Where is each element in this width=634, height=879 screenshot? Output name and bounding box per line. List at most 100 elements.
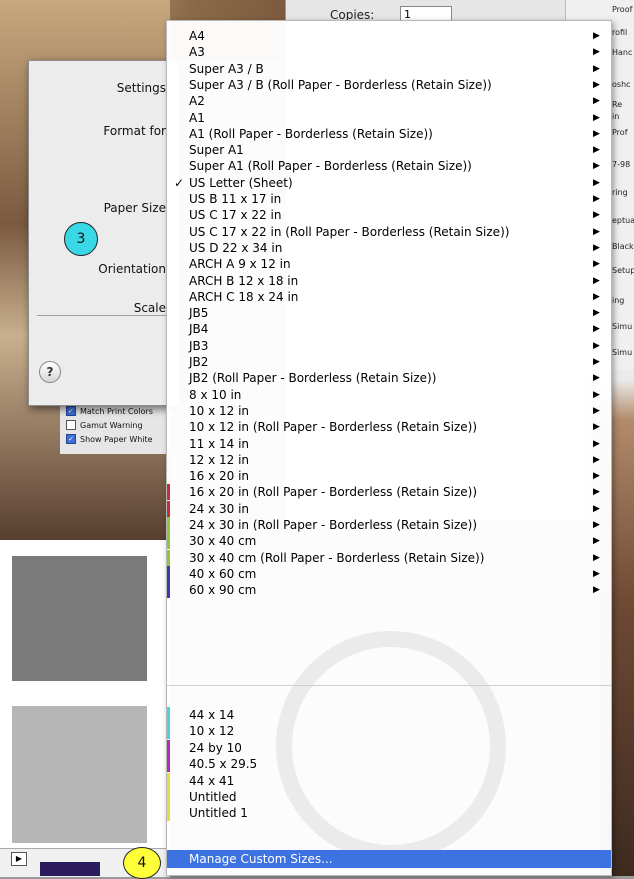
- menu-item[interactable]: US C 17 x 22 in (Roll Paper - Borderless…: [167, 224, 611, 240]
- gamut-warning-label: Gamut Warning: [80, 420, 143, 430]
- paper-size-label: Paper Size: [103, 201, 166, 215]
- menu-item[interactable]: A2 ▶: [167, 93, 611, 109]
- menu-item[interactable]: 30 x 40 cm (Roll Paper - Borderless (Ret…: [167, 549, 611, 566]
- submenu-arrow-icon: ▶: [593, 275, 600, 286]
- menu-separator: [167, 685, 611, 686]
- orientation-label: Orientation: [98, 262, 166, 276]
- menu-item-label: US B 11 x 17 in: [189, 192, 282, 206]
- menu-item[interactable]: JB2 (Roll Paper - Borderless (Retain Siz…: [167, 370, 611, 386]
- menu-item-label: 12 x 12 in: [189, 452, 250, 467]
- submenu-arrow-icon: ▶: [593, 503, 600, 514]
- menu-item[interactable]: 24 x 30 in (Roll Paper - Borderless (Ret…: [167, 517, 611, 533]
- menu-item[interactable]: Super A1 (Roll Paper - Borderless (Retai…: [167, 158, 611, 174]
- submenu-arrow-icon: ▶: [593, 520, 600, 530]
- menu-item-label: A4: [189, 29, 205, 43]
- menu-item-label: 10 x 12 in (Roll Paper - Borderless (Ret…: [189, 420, 478, 435]
- custom-size-label: 44 x 41: [189, 773, 235, 788]
- menu-item[interactable]: 16 x 20 in (Roll Paper - Borderless (Ret…: [167, 484, 611, 501]
- menu-item-label: 16 x 20 in: [189, 469, 250, 484]
- menu-item[interactable]: ARCH B 12 x 18 in ▶: [167, 273, 611, 289]
- menu-item[interactable]: 8 x 10 in ▶: [167, 387, 611, 403]
- color-tag: [167, 549, 170, 566]
- custom-size-label: 24 by 10: [189, 740, 242, 755]
- custom-size-item[interactable]: 44 x 14: [167, 707, 611, 723]
- proof-panel-text: in: [612, 112, 620, 121]
- menu-item[interactable]: 24 x 30 in ▶: [167, 500, 611, 517]
- menu-item[interactable]: 16 x 20 in ▶: [167, 468, 611, 484]
- submenu-arrow-icon: ▶: [593, 128, 600, 139]
- submenu-arrow-icon: ▶: [593, 324, 600, 335]
- menu-item[interactable]: JB2 ▶: [167, 354, 611, 370]
- menu-item[interactable]: US D 22 x 34 in ▶: [167, 240, 611, 256]
- match-print-colors-row[interactable]: ✓ Match Print Colors: [66, 406, 153, 416]
- menu-item[interactable]: JB3 ▶: [167, 338, 611, 354]
- submenu-arrow-icon: ▶: [593, 210, 600, 221]
- custom-size-label: Untitled 1: [189, 806, 248, 821]
- submenu-arrow-icon: ▶: [593, 63, 600, 74]
- paper-size-menu: A4 ▶ A3 ▶ Super A3 / B ▶ Super A3 / B (Roll Pa…: [166, 20, 612, 876]
- menu-item[interactable]: ✓ US Letter (Sheet) ▶: [167, 175, 611, 191]
- gamut-warning-checkbox[interactable]: [66, 420, 76, 430]
- submenu-arrow-icon: ▶: [593, 568, 600, 579]
- custom-size-item[interactable]: 44 x 41: [167, 772, 611, 789]
- proof-panel-text: eptua: [612, 216, 634, 225]
- custom-size-item[interactable]: 24 by 10: [167, 739, 611, 756]
- play-button[interactable]: ▶: [11, 852, 27, 866]
- submenu-arrow-icon: ▶: [593, 112, 600, 123]
- custom-size-item[interactable]: 10 x 12: [167, 723, 611, 740]
- menu-item[interactable]: US C 17 x 22 in ▶: [167, 207, 611, 223]
- menu-item-label: 11 x 14 in: [189, 436, 250, 451]
- submenu-arrow-icon: ▶: [593, 454, 600, 465]
- custom-size-label: 44 x 14: [189, 708, 235, 722]
- menu-item-label: JB5: [189, 306, 209, 321]
- proof-panel-text: Prof: [612, 128, 628, 137]
- menu-item-label: Super A1: [189, 143, 244, 158]
- proof-panel-text: Proof: [612, 5, 633, 14]
- menu-item-label: Super A1 (Roll Paper - Borderless (Retai…: [189, 159, 472, 174]
- menu-item[interactable]: Super A3 / B ▶: [167, 61, 611, 77]
- menu-item[interactable]: JB4 ▶: [167, 321, 611, 337]
- menu-item[interactable]: A1 ▶: [167, 110, 611, 126]
- menu-item[interactable]: US B 11 x 17 in ▶: [167, 191, 611, 207]
- submenu-arrow-icon: ▶: [593, 308, 600, 319]
- menu-item[interactable]: A3 ▶: [167, 44, 611, 60]
- custom-size-item[interactable]: 40.5 x 29.5: [167, 756, 611, 773]
- custom-size-label: Untitled: [189, 790, 237, 804]
- manage-custom-sizes-item[interactable]: Manage Custom Sizes...: [167, 850, 611, 868]
- menu-item-label: 30 x 40 cm (Roll Paper - Borderless (Ret…: [189, 550, 485, 565]
- menu-item[interactable]: Super A3 / B (Roll Paper - Borderless (R…: [167, 77, 611, 93]
- show-paper-white-row[interactable]: ✓ Show Paper White: [66, 434, 153, 444]
- gamut-warning-row[interactable]: Gamut Warning: [66, 420, 143, 430]
- menu-item-label: 24 x 30 in (Roll Paper - Borderless (Ret…: [189, 518, 478, 532]
- menu-item[interactable]: ARCH A 9 x 12 in ▶: [167, 256, 611, 272]
- page-setup-dialog: Settings Format for Paper Size Orientati…: [28, 60, 180, 406]
- custom-size-item[interactable]: Untitled: [167, 789, 611, 805]
- divider: [37, 315, 167, 316]
- proof-panel-text: Setup: [612, 266, 634, 275]
- menu-item[interactable]: 10 x 12 in ▶: [167, 403, 611, 419]
- menu-item[interactable]: 30 x 40 cm ▶: [167, 533, 611, 550]
- show-paper-white-checkbox[interactable]: ✓: [66, 434, 76, 444]
- menu-item-label: 60 x 90 cm: [189, 583, 257, 598]
- menu-item[interactable]: A4 ▶: [167, 28, 611, 44]
- menu-item[interactable]: Super A1 ▶: [167, 142, 611, 158]
- menu-item-label: ARCH B 12 x 18 in: [189, 273, 299, 288]
- menu-item[interactable]: JB5 ▶: [167, 305, 611, 321]
- menu-item[interactable]: 12 x 12 in ▶: [167, 452, 611, 468]
- help-button[interactable]: ?: [39, 361, 61, 383]
- menu-item[interactable]: 60 x 90 cm ▶: [167, 582, 611, 599]
- menu-item-label: 10 x 12 in: [189, 403, 250, 418]
- match-print-colors-checkbox[interactable]: ✓: [66, 406, 76, 416]
- menu-item[interactable]: 10 x 12 in (Roll Paper - Borderless (Ret…: [167, 419, 611, 435]
- color-tag: [167, 772, 170, 789]
- menu-item[interactable]: A1 (Roll Paper - Borderless (Retain Size…: [167, 126, 611, 142]
- proof-panel-text: Black: [612, 242, 634, 251]
- gray-swatch: [12, 706, 147, 843]
- menu-item[interactable]: 11 x 14 in ▶: [167, 436, 611, 452]
- menu-item-label: JB2: [189, 355, 209, 369]
- submenu-arrow-icon: ▶: [593, 177, 600, 188]
- menu-item[interactable]: ARCH C 18 x 24 in ▶: [167, 289, 611, 305]
- menu-item[interactable]: 40 x 60 cm ▶: [167, 565, 611, 582]
- menu-item-label: A1: [189, 110, 205, 125]
- custom-size-item[interactable]: Untitled 1: [167, 805, 611, 822]
